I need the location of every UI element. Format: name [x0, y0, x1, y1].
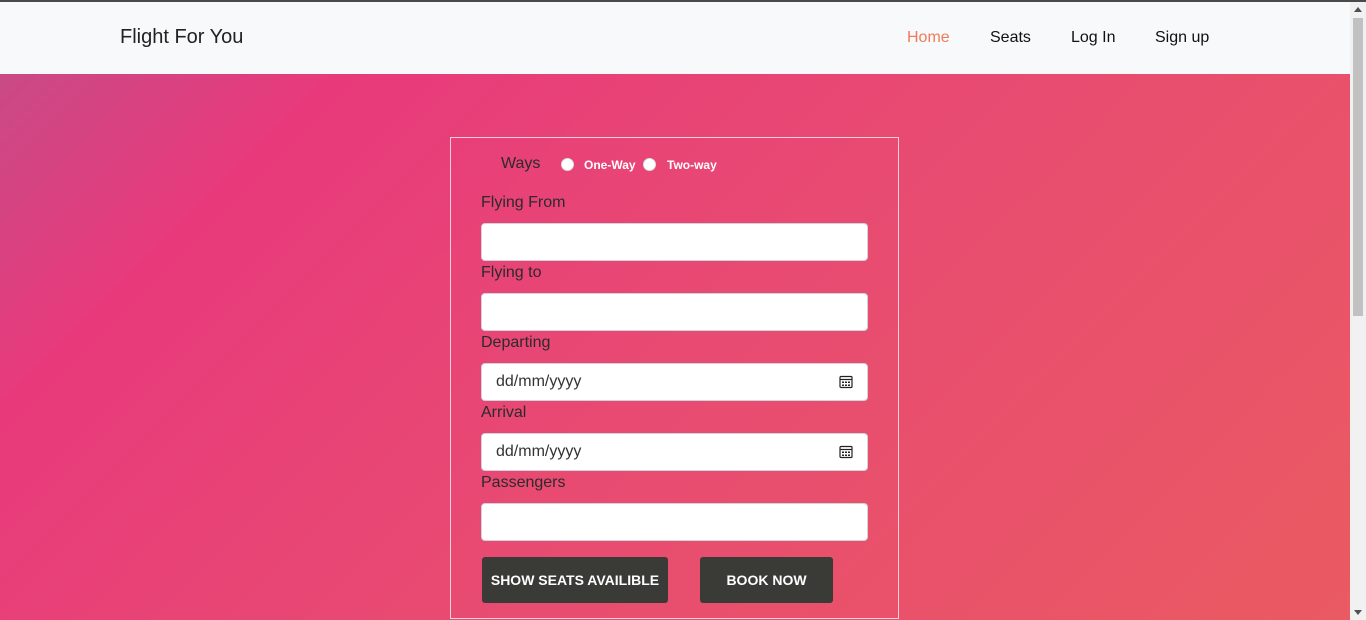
book-now-button[interactable]: BOOK NOW [700, 557, 833, 603]
passengers-input[interactable] [481, 503, 868, 541]
calendar-icon[interactable] [839, 445, 853, 459]
flying-from-label: Flying From [481, 194, 566, 211]
two-way-radio-label[interactable]: Two-way [667, 158, 717, 172]
flight-search-form: Ways One-Way Two-way Flying From Flying … [450, 137, 899, 619]
navbar: Flight For You Home Seats Log In Sign up [0, 2, 1350, 74]
departing-date-input[interactable]: dd/mm/yyyy [481, 363, 868, 401]
show-seats-button[interactable]: SHOW SEATS AVAILIBLE [482, 557, 668, 603]
nav-link-seats[interactable]: Seats [990, 29, 1031, 47]
brand-logo-text[interactable]: Flight For You [120, 26, 243, 49]
nav-link-login[interactable]: Log In [1071, 29, 1115, 47]
flying-to-label: Flying to [481, 264, 542, 281]
scroll-down-arrow-icon[interactable] [1354, 610, 1362, 615]
one-way-radio[interactable] [561, 158, 574, 171]
departing-label: Departing [481, 334, 551, 351]
arrival-date-placeholder: dd/mm/yyyy [496, 443, 582, 460]
arrival-date-input[interactable]: dd/mm/yyyy [481, 433, 868, 471]
flying-to-input[interactable] [481, 293, 868, 331]
page-scrollbar[interactable] [1350, 2, 1366, 620]
arrival-label: Arrival [481, 404, 527, 421]
scroll-up-arrow-icon[interactable] [1354, 7, 1362, 12]
departing-date-placeholder: dd/mm/yyyy [496, 373, 582, 390]
ways-label: Ways [501, 155, 541, 172]
flying-from-input[interactable] [481, 223, 868, 261]
scrollbar-thumb[interactable] [1353, 18, 1363, 316]
nav-link-signup[interactable]: Sign up [1155, 29, 1209, 47]
one-way-radio-label[interactable]: One-Way [584, 158, 636, 172]
passengers-label: Passengers [481, 474, 566, 491]
nav-link-home[interactable]: Home [907, 29, 950, 47]
two-way-radio[interactable] [643, 158, 656, 171]
calendar-icon[interactable] [839, 375, 853, 389]
